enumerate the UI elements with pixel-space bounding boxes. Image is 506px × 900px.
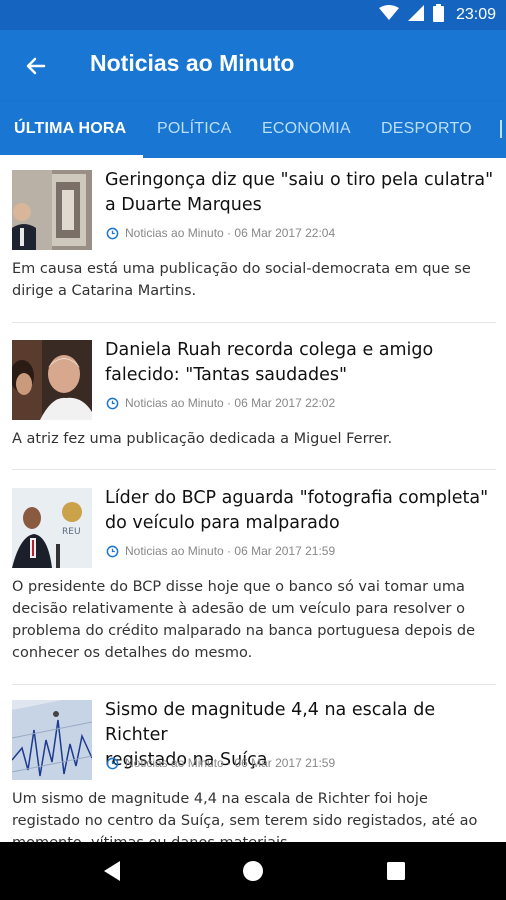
- headline-line: Daniela Ruah recorda colega e amigo: [105, 340, 434, 360]
- status-icons: 23:09: [378, 4, 496, 26]
- divider: [12, 322, 496, 323]
- divider: [12, 684, 496, 685]
- divider: [12, 469, 496, 470]
- article-meta: Noticias ao Minuto · 06 Mar 2017 22:04: [106, 226, 335, 240]
- tab-politica[interactable]: POLÍTICA: [157, 120, 232, 138]
- article-meta: Noticias ao Minuto · 06 Mar 2017 21:59: [106, 544, 335, 558]
- svg-text:REU: REU: [62, 527, 81, 537]
- article-card[interactable]: Geringonça diz que "saiu o tiro pela cul…: [0, 158, 506, 324]
- home-circle-icon: [243, 861, 263, 881]
- clock-time: 23:09: [455, 6, 496, 23]
- article-card[interactable]: Sismo de magnitude 4,4 na escala de Rich…: [0, 688, 506, 842]
- clock-icon: [106, 397, 119, 409]
- article-summary[interactable]: Em causa está uma publicação do social-d…: [12, 258, 496, 302]
- summary-line: momento, vítimas ou danos materiais.: [12, 832, 496, 842]
- article-source: Noticias ao Minuto: [125, 396, 224, 410]
- summary-line: O presidente do BCP disse hoje que o ban…: [12, 579, 465, 595]
- app-title: Noticias ao Minuto: [90, 50, 295, 76]
- back-button[interactable]: [18, 48, 54, 84]
- nav-recents-button[interactable]: [384, 859, 408, 883]
- article-timestamp: 06 Mar 2017 22:04: [234, 226, 336, 240]
- headline-line: do veículo para malparado: [105, 513, 340, 533]
- article-timestamp: 06 Mar 2017 21:59: [234, 544, 336, 558]
- recents-square-icon: [387, 862, 405, 880]
- headline-line: Sismo de magnitude 4,4 na escala de Rich…: [105, 700, 436, 745]
- article-thumbnail[interactable]: [12, 700, 92, 780]
- summary-line: conhecer os detalhes do mesmo.: [12, 645, 253, 661]
- article-summary[interactable]: Um sismo de magnitude 4,4 na escala de R…: [12, 788, 496, 842]
- battery-icon: [432, 4, 444, 26]
- summary-line: registado no centro da Suíça, sem terem …: [12, 813, 478, 829]
- tab-economia[interactable]: ECONOMIA: [262, 120, 351, 138]
- system-navigation-bar: [0, 842, 506, 900]
- tab-ultima-hora[interactable]: ÚLTIMA HORA: [14, 120, 126, 138]
- article-timestamp: 06 Mar 2017 22:02: [234, 396, 336, 410]
- news-feed[interactable]: Geringonça diz que "saiu o tiro pela cul…: [0, 158, 506, 842]
- summary-line: Em causa está uma publicação do social-d…: [12, 261, 471, 277]
- back-triangle-icon: [104, 861, 120, 881]
- article-headline[interactable]: Geringonça diz que "saiu o tiro pela cul…: [105, 168, 497, 218]
- app-bar: Noticias ao Minuto: [0, 30, 506, 102]
- article-timestamp: 06 Mar 2017 21:59: [234, 756, 336, 770]
- article-headline[interactable]: Líder do BCP aguarda "fotografia complet…: [105, 486, 497, 536]
- article-meta: Noticias ao Minuto · 06 Mar 2017 22:02: [106, 396, 335, 410]
- article-thumbnail[interactable]: REU: [12, 488, 92, 568]
- tab-desporto[interactable]: DESPORTO: [381, 120, 472, 138]
- article-thumbnail[interactable]: [12, 170, 92, 250]
- tab-overflow-indicator[interactable]: [500, 120, 506, 138]
- arrow-left-icon: [26, 57, 46, 75]
- status-bar: 23:09: [0, 0, 506, 30]
- summary-line: A atriz fez uma publicação dedicada a Mi…: [12, 431, 393, 447]
- article-card[interactable]: Daniela Ruah recorda colega e amigo fale…: [0, 328, 506, 474]
- article-summary[interactable]: O presidente do BCP disse hoje que o ban…: [12, 576, 496, 664]
- nav-home-button[interactable]: [241, 859, 265, 883]
- wifi-icon: [378, 5, 399, 25]
- article-meta: Noticias ao Minuto · 06 Mar 2017 21:59: [106, 756, 335, 770]
- clock-icon: [106, 227, 119, 239]
- summary-line: Um sismo de magnitude 4,4 na escala de R…: [12, 791, 428, 807]
- headline-line: a Duarte Marques: [105, 195, 262, 215]
- article-source: Noticias ao Minuto: [125, 756, 224, 770]
- headline-line: falecido: "Tantas saudades": [105, 365, 348, 385]
- summary-line: problema do crédito malparado na banca p…: [12, 623, 475, 639]
- nav-back-button[interactable]: [100, 859, 124, 883]
- article-summary[interactable]: A atriz fez uma publicação dedicada a Mi…: [12, 428, 496, 450]
- article-source: Noticias ao Minuto: [125, 544, 224, 558]
- clock-icon: [106, 545, 119, 557]
- summary-line: dirige a Catarina Martins.: [12, 283, 197, 299]
- headline-line: Geringonça diz que "saiu o tiro pela cul…: [105, 170, 494, 190]
- article-source: Noticias ao Minuto: [125, 226, 224, 240]
- headline-line: Líder do BCP aguarda "fotografia complet…: [105, 488, 489, 508]
- cellular-signal-icon: [407, 4, 425, 26]
- category-tabs: ÚLTIMA HORA POLÍTICA ECONOMIA DESPORTO: [0, 102, 506, 158]
- summary-line: decisão relativamente à adesão de um veí…: [12, 601, 465, 617]
- article-card[interactable]: REU Líder do BCP aguarda "fotografia com…: [0, 476, 506, 690]
- article-thumbnail[interactable]: [12, 340, 92, 420]
- clock-icon: [106, 757, 119, 769]
- article-headline[interactable]: Daniela Ruah recorda colega e amigo fale…: [105, 338, 497, 388]
